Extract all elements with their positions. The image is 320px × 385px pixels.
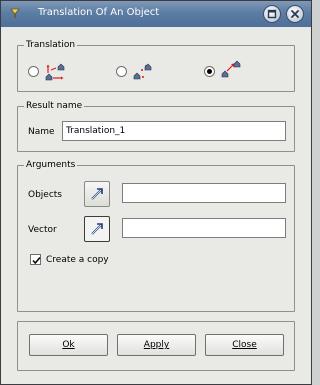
objects-select-button[interactable]	[84, 181, 110, 207]
translation-dxdydz-icon[interactable]	[44, 61, 66, 81]
translation-group: Translation	[17, 39, 295, 92]
objects-label: Objects	[28, 190, 63, 200]
select-arrow-icon	[91, 188, 103, 200]
title-bar[interactable]: Translation Of An Object	[1, 1, 311, 27]
name-field[interactable]: Translation_1	[62, 121, 286, 141]
close-window-button[interactable]	[286, 5, 304, 23]
create-copy-label: Create a copy	[46, 255, 109, 265]
ok-button[interactable]: Ok	[29, 334, 108, 356]
translation-two-points-radio[interactable]	[116, 66, 127, 77]
apply-button-label: Apply	[143, 340, 170, 350]
close-icon	[291, 10, 299, 18]
checkmark-icon	[32, 257, 41, 265]
translation-vector-radio[interactable]	[204, 66, 215, 77]
maximize-button[interactable]	[263, 5, 281, 23]
vector-select-button[interactable]	[84, 216, 110, 242]
dialog-window: Translation Of An Object Translation Res…	[0, 0, 312, 385]
vector-field[interactable]	[122, 218, 286, 238]
translation-dxdydz-radio[interactable]	[28, 66, 39, 77]
dialog-buttons-group: Ok Apply Close	[17, 321, 295, 371]
app-menu-icon[interactable]	[8, 6, 22, 20]
select-arrow-icon	[91, 223, 103, 235]
objects-field[interactable]	[122, 183, 286, 203]
translation-two-points-icon[interactable]	[132, 61, 154, 81]
name-label: Name	[28, 127, 55, 137]
create-copy-checkbox[interactable]	[30, 254, 41, 265]
window-title: Translation Of An Object	[38, 7, 160, 18]
close-button-label: Close	[232, 340, 257, 350]
result-name-group: Result name Name Translation_1	[17, 100, 295, 152]
vector-label: Vector	[28, 225, 57, 235]
arguments-legend: Arguments	[24, 159, 78, 171]
result-name-legend: Result name	[24, 100, 85, 112]
translation-vector-icon[interactable]	[220, 59, 242, 79]
maximize-icon	[267, 9, 277, 19]
ok-button-label: Ok	[62, 340, 75, 350]
apply-button[interactable]: Apply	[117, 334, 196, 356]
arguments-group: Arguments Objects Vector Create a copy	[17, 159, 295, 312]
translation-legend: Translation	[24, 39, 78, 51]
close-button[interactable]: Close	[205, 334, 284, 356]
